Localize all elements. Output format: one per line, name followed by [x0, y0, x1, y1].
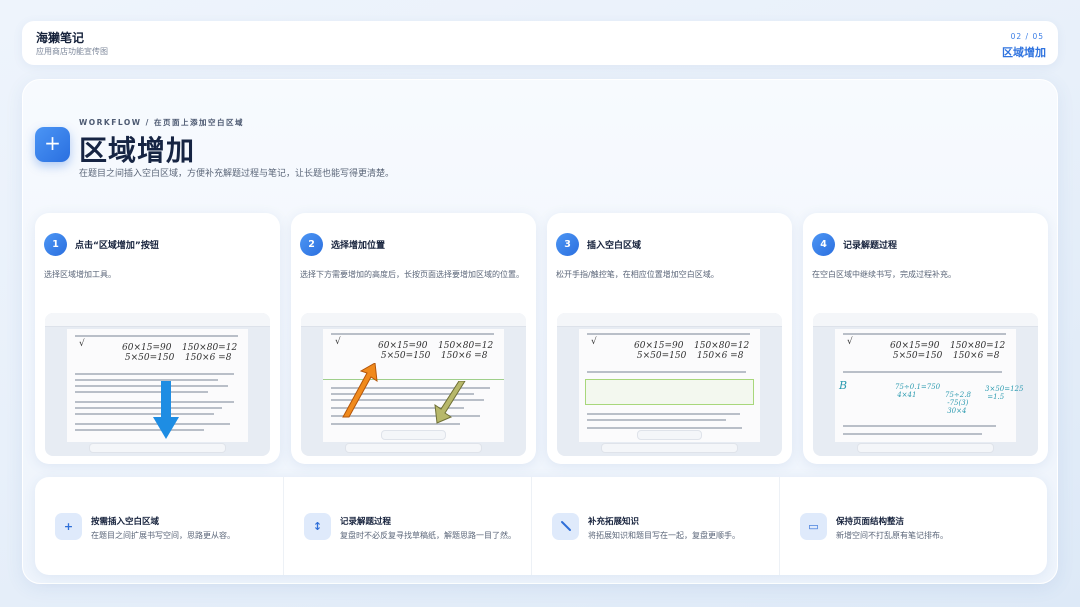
step-number: 2 [300, 233, 323, 256]
step-screenshot: √ 60×15=90 5×50=150 150×80=12 150×6 =8 [557, 313, 782, 456]
app-subtitle: 应用商店功能宣传图 [36, 47, 108, 56]
bottom-toolbar [857, 443, 994, 453]
feature-title: 补充拓展知识 [588, 517, 640, 527]
step-title: 点击“区域增加”按钮 [75, 241, 159, 251]
feature-bar: + 按需插入空白区域 在题目之间扩展书写空间，思路更从容。 ↕ 记录解题过程 复… [35, 477, 1047, 575]
app-toolbar [557, 313, 782, 327]
step-card-2: 2 选择增加位置 选择下方需要增加的高度后，长按页面选择要增加区域的位置。 √ … [291, 213, 536, 464]
page-title: 区域增加 [1002, 46, 1046, 59]
height-selector [637, 430, 702, 440]
step-screenshot: √ 60×15=90 5×50=150 150×80=12 150×6 =8 [45, 313, 270, 456]
step-card-4: 4 记录解题过程 在空白区域中继续书写，完成过程补充。 √ 60×15=90 5… [803, 213, 1048, 464]
step-card-3: 3 插入空白区域 松开手指/触控笔，在相应位置增加空白区域。 √ 60×15=9… [547, 213, 792, 464]
app-toolbar [813, 313, 1038, 327]
workflow-label: WORKFLOW / 在页面上添加空白区域 [79, 118, 244, 127]
hero-title: 区域增加 [79, 134, 196, 167]
header-card: 海獭笔记 应用商店功能宣传图 02 / 05 区域增加 [22, 21, 1058, 65]
step-description: 选择区域增加工具。 [44, 270, 116, 279]
step-card-1: 1 点击“区域增加”按钮 选择区域增加工具。 √ 60×15=90 5×50=1… [35, 213, 280, 464]
hero-description: 在题目之间插入空白区域，方便补充解题过程与笔记，让长题也能写得更清楚。 [79, 169, 395, 179]
bottom-toolbar [89, 443, 226, 453]
bottom-toolbar [601, 443, 738, 453]
step-title: 插入空白区域 [587, 241, 642, 251]
inserted-blank-area [585, 379, 754, 405]
orange-arrow [342, 363, 378, 418]
step-title: 选择增加位置 [331, 241, 386, 251]
plus-icon: + [55, 513, 82, 540]
plus-icon: + [35, 127, 70, 162]
height-selector [381, 430, 446, 440]
step-number: 4 [812, 233, 835, 256]
bottom-toolbar [345, 443, 482, 453]
step-number: 3 [556, 233, 579, 256]
app-toolbar [301, 313, 526, 327]
feature-description: 将拓展知识和题目写在一起，复盘更顺手。 [588, 531, 740, 540]
feature-description: 复盘时不必反复寻找草稿纸，解题思路一目了然。 [340, 531, 516, 540]
feature-description: 在题目之间扩展书写空间，思路更从容。 [91, 531, 235, 540]
note-page: √ 60×15=90 5×50=150 150×80=12 150×6 =8 [579, 329, 760, 442]
step-screenshot: √ 60×15=90 5×50=150 150×80=12 150×6 =8 [301, 313, 526, 456]
step-description: 松开手指/触控笔，在相应位置增加空白区域。 [556, 270, 719, 279]
step-screenshot: √ 60×15=90 5×50=150 150×80=12 150×6 =8 B… [813, 313, 1038, 456]
app-toolbar [45, 313, 270, 327]
feature-item: + 按需插入空白区域 在题目之间扩展书写空间，思路更从容。 [35, 477, 281, 575]
app-name: 海獭笔记 [36, 31, 85, 45]
feature-title: 保持页面结构整洁 [836, 517, 905, 527]
blue-arrow [153, 381, 179, 439]
feature-title: 记录解题过程 [340, 517, 392, 527]
feature-item: 补充拓展知识 将拓展知识和题目写在一起，复盘更顺手。 [531, 477, 777, 575]
note-page: √ 60×15=90 5×50=150 150×80=12 150×6 =8 B… [835, 329, 1023, 442]
feature-title: 按需插入空白区域 [91, 517, 160, 527]
feature-item: ↕ 记录解题过程 复盘时不必反复寻找草稿纸，解题思路一目了然。 [283, 477, 529, 575]
page-indicator: 02 / 05 [1010, 32, 1044, 41]
step-description: 在空白区域中继续书写，完成过程补充。 [812, 270, 956, 279]
layout-icon: ▭ [800, 513, 827, 540]
main-panel: + WORKFLOW / 在页面上添加空白区域 区域增加 在题目之间插入空白区域… [22, 79, 1058, 584]
olive-arrow [434, 381, 466, 424]
resize-vertical-icon: ↕ [304, 513, 331, 540]
feature-description: 新增空间不打乱原有笔记排布。 [836, 531, 948, 540]
pen-icon [552, 513, 579, 540]
feature-item: ▭ 保持页面结构整洁 新增空间不打乱原有笔记排布。 [779, 477, 1025, 575]
step-title: 记录解题过程 [843, 241, 898, 251]
step-number: 1 [44, 233, 67, 256]
step-description: 选择下方需要增加的高度后，长按页面选择要增加区域的位置。 [300, 270, 524, 279]
